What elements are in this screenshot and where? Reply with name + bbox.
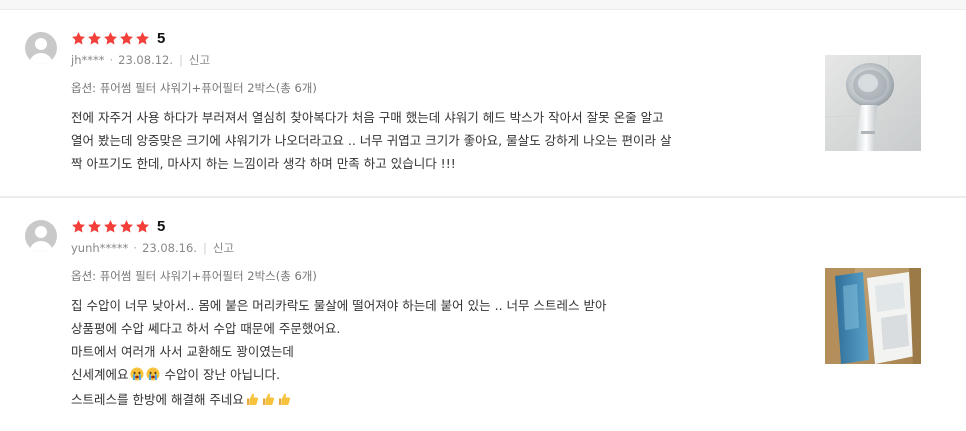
rating-score: 5 xyxy=(157,217,166,235)
review-line-with-emoji: 스트레스를 한방에 해결해 주네요 xyxy=(71,388,791,413)
review-line: 수압이 장난 아닙니다. xyxy=(164,367,280,382)
review-item: 5 yunh***** · 23.08.16. | 신고 옵션: 퓨어썸 필터 … xyxy=(0,198,966,431)
review-text: 전에 자주거 사용 하다가 부러져서 열심히 찾아복다가 처음 구매 했는데 샤… xyxy=(71,106,791,175)
review-line-with-emoji: 신세계에요 수압이 장난 아닙니다. xyxy=(71,363,791,388)
star-icon xyxy=(119,219,134,234)
purchase-option: 옵션: 퓨어썸 필터 샤워기+퓨어필터 2박스(총 6개) xyxy=(71,269,317,283)
rating-row: 5 xyxy=(71,28,165,48)
review-line: 전에 자주거 사용 하다가 부러져서 열심히 찾아복다가 처음 구매 했는데 샤… xyxy=(71,110,664,125)
star-icon xyxy=(103,31,118,46)
purchase-option: 옵션: 퓨어썸 필터 샤워기+퓨어필터 2박스(총 6개) xyxy=(71,81,317,95)
review-line: 집 수압이 너무 낮아서.. 몸에 붙은 머리카락도 물살에 떨어져야 하는데 … xyxy=(71,298,607,313)
user-avatar-icon xyxy=(25,32,57,64)
meta-divider: | xyxy=(179,53,183,67)
review-line: 열어 봤는데 앙증맞은 크기에 샤워기가 나오더라고요 .. 너무 귀엽고 크기… xyxy=(71,133,672,148)
reviewer-id: yunh***** xyxy=(71,241,129,255)
previous-review-edge xyxy=(0,0,966,10)
star-icon xyxy=(87,219,102,234)
rating-score: 5 xyxy=(157,29,166,47)
thumbs-up-emoji xyxy=(261,390,275,413)
review-line: 스트레스를 한방에 해결해 주네요 xyxy=(71,392,244,407)
review-line: 짝 아프기도 한데, 마사지 하는 느낌이라 생각 하며 만족 하고 있습니다 … xyxy=(71,156,456,171)
review-meta: yunh***** · 23.08.16. | 신고 xyxy=(71,240,234,256)
review-line: 신세계에요 xyxy=(71,367,129,382)
review-line: 상품평에 수압 쎄다고 하서 수압 때문에 주문했어요. xyxy=(71,321,341,336)
meta-separator: · xyxy=(133,241,138,255)
review-photo-thumbnail[interactable] xyxy=(825,55,921,151)
review-date: 23.08.16. xyxy=(142,241,197,255)
review-photo-thumbnail[interactable] xyxy=(825,268,921,364)
thumbs-up-emoji xyxy=(245,390,259,413)
star-rating xyxy=(71,31,150,46)
shower-head-photo xyxy=(825,55,921,151)
star-icon xyxy=(119,31,134,46)
crying-face-emoji xyxy=(146,365,160,388)
meta-separator: · xyxy=(109,53,114,67)
report-button[interactable]: 신고 xyxy=(213,240,234,256)
reviewer-id: jh**** xyxy=(71,53,105,67)
star-icon xyxy=(135,219,150,234)
star-rating xyxy=(71,219,150,234)
star-icon xyxy=(103,219,118,234)
star-icon xyxy=(71,31,86,46)
review-text: 집 수압이 너무 낮아서.. 몸에 붙은 머리카락도 물살에 떨어져야 하는데 … xyxy=(71,294,791,413)
rating-row: 5 xyxy=(71,216,165,236)
review-line: 마트에서 여러개 사서 교환해도 꽝이였는데 xyxy=(71,344,294,359)
review-item: 5 jh**** · 23.08.12. | 신고 옵션: 퓨어썸 필터 샤워기… xyxy=(0,10,966,196)
review-date: 23.08.12. xyxy=(118,53,174,67)
report-button[interactable]: 신고 xyxy=(189,52,210,68)
user-avatar-icon xyxy=(25,220,57,252)
crying-face-emoji xyxy=(130,365,144,388)
meta-divider: | xyxy=(202,241,207,255)
star-icon xyxy=(87,31,102,46)
review-meta: jh**** · 23.08.12. | 신고 xyxy=(71,52,210,68)
star-icon xyxy=(135,31,150,46)
thumbs-up-emoji xyxy=(277,390,291,413)
product-box-photo xyxy=(825,268,921,364)
star-icon xyxy=(71,219,86,234)
